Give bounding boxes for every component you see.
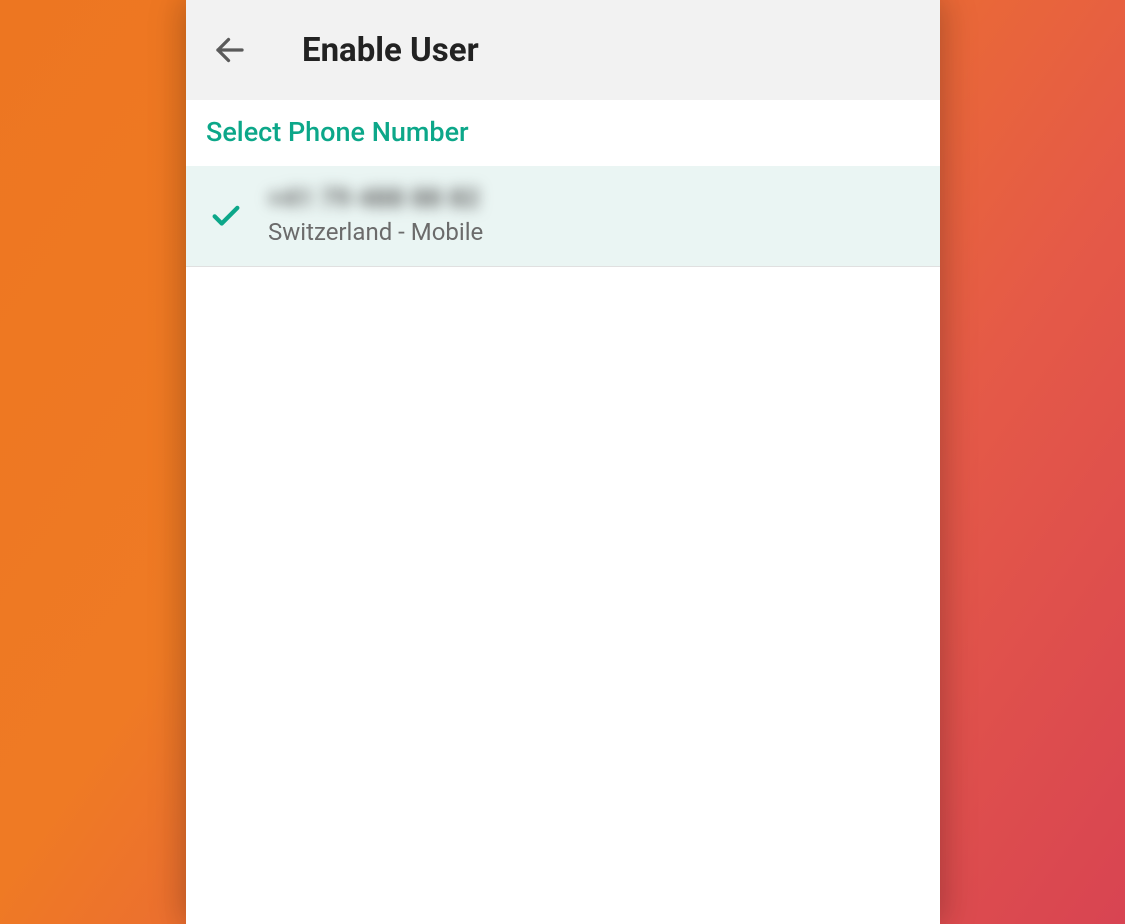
content-area xyxy=(186,267,940,918)
phone-number: +41 79 488 88 82 xyxy=(268,184,483,214)
phone-list-item[interactable]: +41 79 488 88 82 Switzerland - Mobile xyxy=(186,166,940,267)
phone-type: Switzerland - Mobile xyxy=(268,218,483,246)
check-icon xyxy=(206,195,246,235)
back-arrow-icon[interactable] xyxy=(206,26,254,74)
phone-info: +41 79 488 88 82 Switzerland - Mobile xyxy=(268,184,483,246)
header: Enable User xyxy=(186,0,940,100)
app-container: Enable User Select Phone Number +41 79 4… xyxy=(186,0,940,924)
section-label: Select Phone Number xyxy=(186,100,940,166)
page-title: Enable User xyxy=(302,31,479,70)
